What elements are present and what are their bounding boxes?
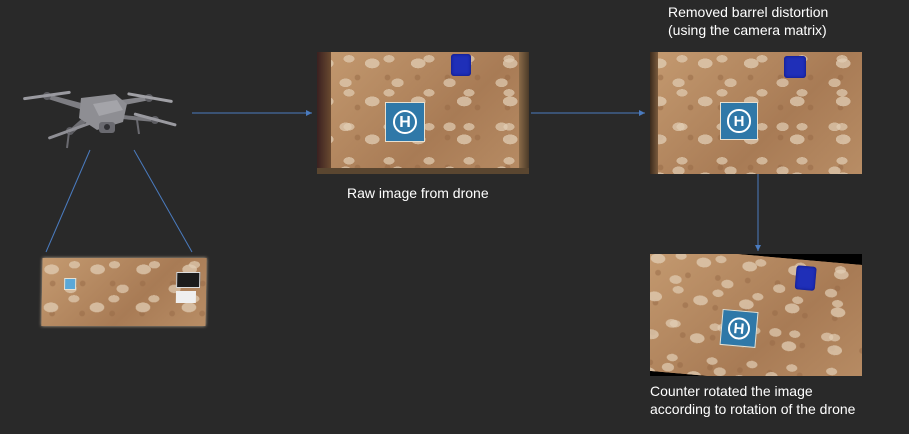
helipad-marker: H: [720, 102, 758, 140]
ground-area-image: [41, 258, 207, 326]
rotated-image-frame: H: [650, 254, 862, 376]
helipad-marker-small: [64, 278, 77, 290]
blue-object: [794, 265, 817, 291]
helipad-marker: H: [385, 102, 425, 142]
undistorted-caption-line2: (using the camera matrix): [668, 22, 827, 38]
rotated-caption-line2: according to rotation of the drone: [650, 401, 856, 417]
rotated-caption-line1: Counter rotated the image: [650, 383, 813, 399]
helipad-letter: H: [399, 114, 411, 131]
dark-left-edge: [317, 52, 331, 174]
rotated-image: H: [650, 254, 862, 376]
fov-line-right: [133, 149, 193, 253]
helipad-marker: H: [719, 308, 759, 348]
helipad-letter: H: [732, 320, 746, 338]
dark-right-edge: [519, 52, 529, 174]
dark-bottom-edge: [317, 168, 529, 174]
helipad-letter: H: [733, 113, 745, 130]
dark-left-edge: [650, 52, 658, 174]
raw-image-caption: Raw image from drone: [347, 185, 489, 201]
blue-object: [784, 56, 806, 78]
paper-sheet: [175, 291, 197, 303]
undistorted-caption-line1: Removed barrel distortion: [668, 4, 829, 20]
fov-line-left: [45, 149, 91, 253]
raw-drone-image: H: [317, 52, 529, 174]
undistorted-image: H: [650, 52, 862, 174]
equipment-box: [176, 272, 201, 288]
blue-object: [451, 54, 471, 76]
